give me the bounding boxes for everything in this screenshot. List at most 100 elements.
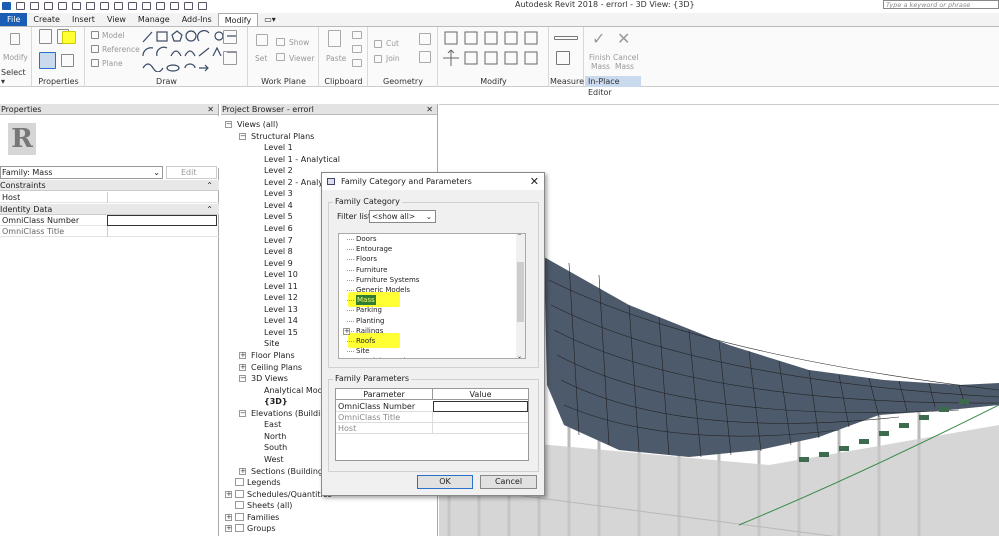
parameter-value[interactable] [433, 401, 528, 412]
model-lines-icon[interactable] [223, 30, 237, 44]
dimension-icon[interactable] [114, 2, 123, 10]
browser-item[interactable]: Level 13 [264, 304, 298, 315]
search-input[interactable]: Type a keyword or phrase [883, 0, 999, 9]
3d-view-icon[interactable] [142, 2, 151, 10]
split-face-icon[interactable] [419, 51, 431, 63]
group-constraints[interactable]: Constraints ⌃ [0, 180, 219, 191]
property-row-host[interactable]: Host [0, 192, 219, 203]
category-item[interactable]: Entourage [356, 244, 392, 254]
reference-line-icon[interactable] [91, 45, 99, 53]
finish-mass-icon[interactable]: ✓ [592, 29, 605, 48]
category-item[interactable]: Furniture [356, 265, 387, 275]
switch-windows-icon[interactable] [198, 2, 207, 10]
browser-item[interactable]: Level 10 [264, 269, 298, 280]
table-row[interactable]: OmniClass Number [336, 401, 528, 412]
viewer-label[interactable]: Viewer [289, 54, 315, 63]
browser-item[interactable]: South [264, 442, 287, 453]
edit-type-button[interactable]: Edit Type [166, 166, 217, 189]
expand-icon[interactable]: + [239, 467, 246, 475]
table-row[interactable]: OmniClass Title [336, 412, 528, 423]
browser-item[interactable]: Level 15 [264, 327, 298, 338]
print-icon[interactable] [86, 2, 95, 10]
modify-tools-icon[interactable] [443, 30, 543, 70]
collapse-icon[interactable]: − [225, 121, 232, 128]
browser-item[interactable]: Level 3 [264, 188, 293, 199]
browser-item[interactable]: Ceiling Plans [251, 362, 302, 373]
browser-item[interactable]: Groups [247, 523, 276, 534]
property-value[interactable] [107, 215, 217, 226]
paste-icon[interactable] [328, 30, 341, 47]
type-selector-preview[interactable]: R [0, 116, 219, 168]
text-icon[interactable] [128, 2, 137, 10]
redo-icon[interactable] [72, 2, 81, 10]
wall-joins-icon[interactable] [419, 33, 431, 45]
browser-item[interactable]: Level 1 [264, 142, 293, 153]
cut-geometry-label[interactable]: Cut [386, 39, 399, 48]
browser-item[interactable]: Level 12 [264, 292, 298, 303]
show-icon[interactable] [276, 38, 285, 46]
browser-item[interactable]: East [264, 419, 281, 430]
close-icon[interactable]: ✕ [530, 173, 539, 190]
property-value[interactable] [107, 192, 217, 203]
browser-item[interactable]: Level 5 [264, 211, 293, 222]
expand-icon[interactable]: + [239, 352, 246, 359]
property-row-omniclass-number[interactable]: OmniClass Number [0, 215, 219, 226]
plane-label[interactable]: Plane [102, 59, 123, 68]
browser-item[interactable]: Level 1 - Analytical [264, 154, 340, 165]
sync-icon[interactable] [44, 2, 53, 10]
category-item[interactable]: Furniture Systems [356, 275, 419, 285]
browser-item[interactable]: Level 6 [264, 223, 293, 234]
browser-item[interactable]: Legends [247, 477, 281, 488]
model-line-label[interactable]: Model [102, 31, 125, 40]
cancel-mass-label[interactable]: Cancel [613, 53, 638, 62]
browser-item[interactable]: Site [264, 338, 279, 349]
tab-view[interactable]: View [101, 13, 132, 26]
app-menu-icon[interactable] [2, 2, 11, 10]
finish-mass-label[interactable]: Finish [589, 53, 610, 62]
browser-item[interactable]: Level 2 [264, 165, 293, 176]
collapse-icon[interactable]: − [239, 375, 246, 383]
browser-item[interactable]: Level 8 [264, 246, 293, 257]
close-hidden-icon[interactable] [184, 2, 193, 10]
category-item[interactable]: Parking [356, 305, 382, 315]
collapse-icon[interactable]: − [239, 409, 246, 417]
show-label[interactable]: Show [289, 38, 309, 47]
join-icon[interactable] [374, 55, 382, 63]
reference-line-label[interactable]: Reference [102, 45, 140, 54]
set-label[interactable]: Set [255, 54, 267, 63]
dimension-tool-icon[interactable] [556, 51, 570, 65]
section-icon[interactable] [156, 2, 165, 10]
expand-icon[interactable]: + [239, 363, 246, 371]
copy-icon[interactable] [352, 45, 362, 53]
category-item[interactable]: Planting [356, 316, 384, 326]
finish-mass-label-2[interactable]: Mass [591, 62, 610, 71]
tab-insert[interactable]: Insert [66, 13, 101, 26]
cancel-mass-icon[interactable]: ✕ [617, 29, 630, 48]
collapse-icon[interactable]: − [239, 132, 246, 140]
category-item[interactable]: Floors [356, 254, 377, 264]
set-icon[interactable] [256, 34, 268, 46]
viewer-icon[interactable] [276, 53, 285, 61]
measure-icon[interactable] [100, 2, 109, 10]
browser-item[interactable]: Level 11 [264, 281, 298, 292]
browser-item[interactable]: Level 9 [264, 258, 293, 269]
browser-item[interactable]: Level 7 [264, 235, 293, 246]
property-value[interactable] [107, 226, 217, 237]
cut-geometry-icon[interactable] [374, 40, 382, 48]
cursor-icon[interactable] [10, 33, 20, 45]
tab-create[interactable]: Create [27, 13, 66, 26]
tab-file[interactable]: File [0, 13, 28, 26]
scrollbar-thumb[interactable] [517, 262, 524, 322]
category-item[interactable]: Doors [356, 234, 376, 244]
browser-item[interactable]: Sheets (all) [247, 500, 292, 511]
browser-item[interactable]: 3D Views [251, 373, 288, 384]
group-identity-data[interactable]: Identity Data ⌃ [0, 204, 219, 215]
browser-item[interactable]: Schedules/Quantities [247, 489, 332, 500]
tab-manage[interactable]: Manage [132, 13, 176, 26]
properties-icon[interactable] [39, 52, 56, 69]
tab-modify[interactable]: Modify [217, 13, 259, 26]
cut-icon[interactable] [352, 31, 362, 39]
pick-lines-icon[interactable] [223, 51, 237, 65]
browser-item[interactable]: North [264, 431, 286, 442]
modify-tool-label[interactable]: Modify [3, 53, 28, 62]
